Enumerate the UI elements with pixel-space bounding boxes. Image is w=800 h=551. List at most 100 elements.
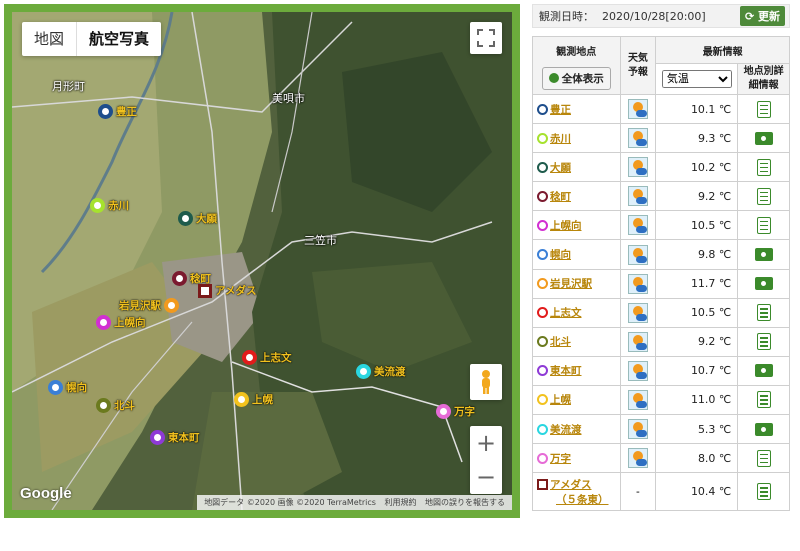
zoom-in-button[interactable]: + [470,426,502,460]
refresh-button[interactable]: ⟳ 更新 [739,6,785,26]
detail-doc-icon[interactable] [756,216,771,234]
station-link[interactable]: 万字 [550,451,571,466]
detail-cell [737,297,790,328]
detail-doc-icon[interactable] [756,483,771,501]
camera-icon[interactable] [754,248,773,262]
detail-doc-icon[interactable] [756,304,771,322]
forecast-header: 天気予報 [619,36,657,95]
value-cell: 10.5 ℃ [655,210,739,241]
weather-forecast-icon[interactable] [627,157,648,178]
map-marker[interactable]: 幌向 [48,380,87,395]
table-row: 万字 8.0 ℃ [532,443,790,474]
weather-forecast-icon[interactable] [627,244,648,265]
station-cell: 豊正 [532,93,621,125]
forecast-cell [619,268,657,299]
station-color-icon [537,423,548,435]
station-cell: 上志文 [532,297,621,328]
station-cell: 赤川 [532,123,621,154]
fullscreen-button[interactable] [470,22,502,54]
station-color-icon [537,365,548,377]
detail-doc-icon[interactable] [756,333,771,351]
detail-doc-icon[interactable] [756,158,771,176]
weather-forecast-icon[interactable] [627,273,648,294]
show-all-label: 全体表示 [561,73,604,85]
map-marker[interactable]: 北斗 [96,398,135,413]
table-row: 上幌 11.0 ℃ [532,384,790,416]
attribution-text: 地図データ ©2020 画像 ©2020 TerraMetrics [204,498,376,507]
station-link[interactable]: 北斗 [550,334,571,349]
map-marker[interactable]: 大願 [178,211,217,226]
detail-doc-icon[interactable] [756,187,771,205]
map-view[interactable]: 月形町 美唄市 三笠市 豊正 赤川 大願 稔町 アメダス 岩見沢駅 上幌向 上志… [12,12,512,510]
map-marker[interactable]: 赤川 [90,198,129,213]
zoom-out-button[interactable]: − [470,460,502,494]
station-link[interactable]: 稔町 [550,189,571,204]
station-color-icon [537,190,548,202]
station-cell: 北斗 [532,326,621,357]
weather-forecast-icon[interactable] [627,389,648,410]
station-link[interactable]: 上幌向 [550,218,582,233]
map-frame: 月形町 美唄市 三笠市 豊正 赤川 大願 稔町 アメダス 岩見沢駅 上幌向 上志… [4,4,520,518]
map-marker[interactable]: 東本町 [150,430,200,445]
weather-forecast-icon[interactable] [627,448,648,469]
map-marker[interactable]: 岩見沢駅 [116,298,179,313]
station-link[interactable]: 美流渡 [550,422,582,437]
detail-cell [737,355,790,386]
forecast-cell [619,210,657,241]
station-link[interactable]: 上志文 [550,305,582,320]
camera-icon[interactable] [754,131,773,145]
detail-doc-icon[interactable] [756,449,771,467]
weather-forecast-icon[interactable] [627,186,648,207]
station-link[interactable]: 岩見沢駅 [550,276,592,291]
map-type-map-button[interactable]: 地図 [22,22,76,56]
station-color-icon [537,132,548,144]
camera-icon[interactable] [754,277,773,291]
camera-icon[interactable] [754,422,773,436]
value-cell: 10.7 ℃ [655,355,739,386]
station-link[interactable]: 赤川 [550,131,571,146]
street-view-button[interactable] [470,364,502,400]
detail-cell [737,326,790,357]
station-link[interactable]: 上幌 [550,392,571,407]
station-color-icon [537,103,548,115]
camera-icon[interactable] [754,364,773,378]
detail-cell [737,93,790,125]
station-link[interactable]: 大願 [550,160,571,175]
metric-select[interactable]: 気温 [661,70,732,88]
weather-forecast-icon[interactable] [627,419,648,440]
table-row: 上志文 10.5 ℃ [532,297,790,328]
weather-forecast-icon[interactable] [627,99,648,120]
detail-cell [737,268,790,299]
station-color-icon [537,219,548,231]
station-link[interactable]: 豊正 [550,102,571,117]
forecast-header-label: 天気予報 [627,52,648,78]
show-all-button[interactable]: 全体表示 [541,67,611,90]
map-marker[interactable]: 上幌向 [96,315,146,330]
weather-forecast-icon[interactable] [627,331,648,352]
detail-doc-icon[interactable] [756,391,771,409]
value-cell: 9.3 ℃ [655,123,739,154]
detail-cell [737,443,790,474]
station-sub-link[interactable]: （５条東） [545,492,620,507]
map-marker[interactable]: 美流渡 [356,364,406,379]
terms-link[interactable]: 利用規約 [381,498,419,507]
map-marker[interactable]: 万字 [436,404,475,419]
map-attribution: 地図データ ©2020 画像 ©2020 TerraMetrics 利用規約 地… [197,495,512,510]
detail-cell [737,210,790,241]
weather-forecast-icon[interactable] [627,302,648,323]
map-marker[interactable]: 上志文 [242,350,292,365]
map-marker[interactable]: アメダス [198,283,256,298]
weather-forecast-icon[interactable] [627,215,648,236]
map-marker[interactable]: 上幌 [234,392,273,407]
station-link[interactable]: 東本町 [550,363,582,378]
map-marker[interactable]: 豊正 [98,104,137,119]
report-error-link[interactable]: 地図の誤りを報告する [422,498,508,507]
weather-forecast-icon[interactable] [627,128,648,149]
station-link[interactable]: 幌向 [550,247,571,262]
detail-doc-icon[interactable] [756,100,771,118]
weather-forecast-icon[interactable] [627,360,648,381]
value-cell: 10.5 ℃ [655,297,739,328]
station-link[interactable]: アメダス [550,477,591,492]
map-type-satellite-button[interactable]: 航空写真 [76,22,161,56]
detail-cell [737,239,790,270]
